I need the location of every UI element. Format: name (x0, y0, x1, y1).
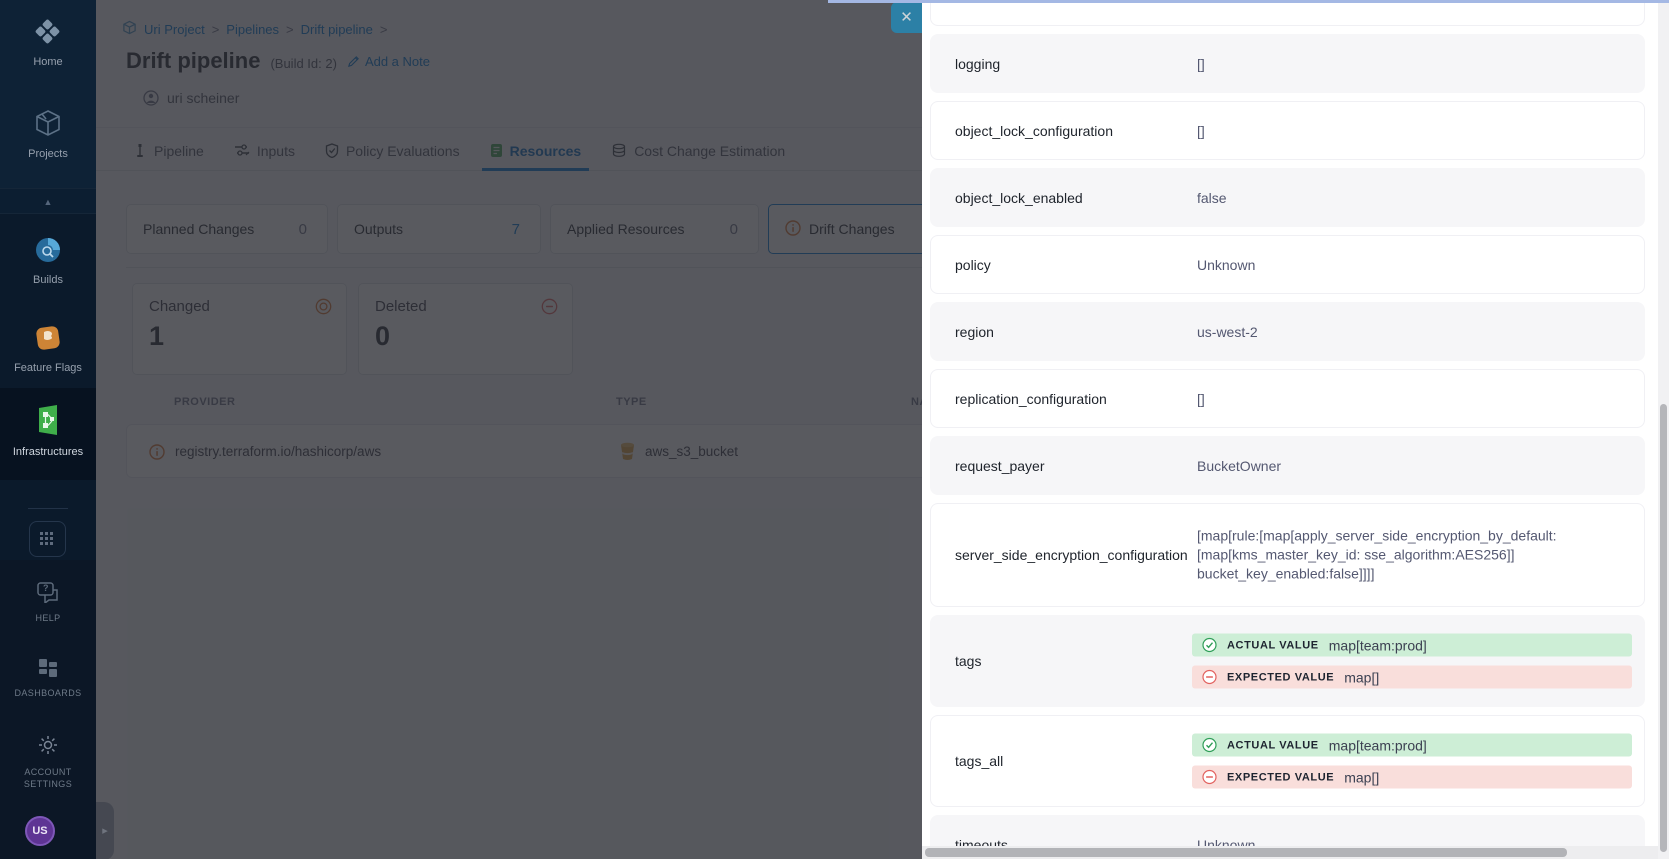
attribute-value: [] (1197, 56, 1205, 72)
help-chat-icon: ? (36, 581, 60, 603)
close-drawer-button[interactable]: ✕ (891, 2, 922, 33)
sidebar-item-account-settings[interactable]: ACCOUNT SETTINGS (0, 734, 96, 790)
drift-diff: ACTUAL VALUE map[team:prod] EXPECTED VALUE… (1192, 634, 1632, 689)
cropped-attribute-row (930, 0, 1645, 26)
feature-flags-icon (34, 324, 62, 357)
check-circle-icon (1202, 738, 1217, 753)
attribute-key: server_side_encryption_configuration (955, 547, 1188, 563)
vertical-scrollbar-thumb[interactable] (1660, 404, 1667, 852)
minus-circle-icon (1202, 770, 1217, 785)
check-circle-icon (1202, 638, 1217, 653)
sidebar-item-dashboards[interactable]: DASHBOARDS (0, 658, 96, 698)
question-glyph: ? (43, 583, 49, 593)
attribute-row: logging [] (930, 34, 1645, 93)
actual-value-badge: ACTUAL VALUE map[team:prod] (1192, 734, 1632, 757)
attribute-row: server_side_encryption_configuration [map… (930, 503, 1645, 607)
vertical-scrollbar (1658, 0, 1669, 859)
actual-value-label: ACTUAL VALUE (1227, 739, 1319, 751)
projects-cube-icon (33, 108, 63, 143)
expected-value-label: EXPECTED VALUE (1227, 771, 1334, 783)
actual-value-label: ACTUAL VALUE (1227, 639, 1319, 651)
expected-value-label: EXPECTED VALUE (1227, 671, 1334, 683)
attribute-row: region us-west-2 (930, 302, 1645, 361)
sidebar-item-help[interactable]: ? HELP (0, 581, 96, 623)
app-window: Uri Project > Pipelines > Drift pipeline… (0, 0, 1669, 859)
actual-value: map[team:prod] (1329, 637, 1427, 653)
attribute-row: object_lock_configuration [] (930, 101, 1645, 160)
expected-value-badge: EXPECTED VALUE map[] (1192, 766, 1632, 789)
expected-value-badge: EXPECTED VALUE map[] (1192, 666, 1632, 689)
module-grid-button[interactable] (29, 521, 66, 557)
gear-icon (37, 734, 59, 761)
attribute-key: replication_configuration (955, 391, 1107, 407)
attribute-row: policy Unknown (930, 235, 1645, 294)
actual-value: map[team:prod] (1329, 737, 1427, 753)
attribute-value: [] (1197, 123, 1205, 139)
attribute-key: region (955, 324, 994, 340)
attribute-row: tags_all ACTUAL VALUE map[team:prod] EXPECT… (930, 715, 1645, 807)
attribute-key: request_payer (955, 458, 1045, 474)
attribute-value: [] (1197, 391, 1205, 407)
sidebar-item-projects[interactable]: Projects (0, 108, 96, 160)
attribute-list: logging[]object_lock_configuration[]obje… (930, 0, 1645, 859)
attribute-key: logging (955, 56, 1000, 72)
drift-diff: ACTUAL VALUE map[team:prod] EXPECTED VALUE… (1192, 734, 1632, 789)
sidebar-item-home[interactable]: Home (0, 18, 96, 68)
attribute-key: tags (955, 653, 981, 669)
drift-detail-drawer: logging[]object_lock_configuration[]obje… (922, 0, 1669, 859)
builds-icon (34, 236, 62, 269)
attribute-row: replication_configuration [] (930, 369, 1645, 428)
actual-value-badge: ACTUAL VALUE map[team:prod] (1192, 634, 1632, 657)
home-icon (34, 18, 62, 51)
sidebar-collapse-button[interactable]: ▲ (0, 188, 96, 214)
grid-icon (40, 532, 55, 547)
sidebar-item-infrastructures[interactable]: Infrastructures (0, 404, 96, 458)
attribute-value: us-west-2 (1197, 324, 1258, 340)
attribute-key: object_lock_configuration (955, 123, 1113, 139)
attribute-row: request_payer BucketOwner (930, 436, 1645, 495)
attribute-value: false (1197, 190, 1227, 206)
sidebar-item-feature-flags[interactable]: Feature Flags (0, 324, 96, 374)
chevron-right-icon: ▸ (102, 825, 108, 837)
attribute-value: BucketOwner (1197, 458, 1281, 474)
attribute-key: policy (955, 257, 991, 273)
attribute-value: Unknown (1197, 257, 1255, 273)
expand-panel-handle[interactable]: ▸ (96, 802, 114, 859)
dashboards-icon (38, 658, 58, 683)
user-avatar[interactable]: US (25, 816, 55, 846)
minus-circle-icon (1202, 670, 1217, 685)
attribute-key: tags_all (955, 753, 1003, 769)
attribute-key: object_lock_enabled (955, 190, 1083, 206)
expected-value: map[] (1344, 769, 1379, 785)
chevron-up-icon: ▲ (44, 197, 53, 207)
attribute-value: [map[rule:[map[apply_server_side_encrypt… (1197, 527, 1589, 584)
sidebar-item-builds[interactable]: Builds (0, 236, 96, 286)
nav-sidebar: Home Projects ▲ Builds Feature Flags (0, 0, 96, 859)
divider (28, 508, 68, 509)
expected-value: map[] (1344, 669, 1379, 685)
infrastructures-icon (33, 404, 63, 441)
horizontal-scrollbar (922, 846, 1658, 859)
drawer-top-border (828, 0, 1669, 3)
attribute-row: object_lock_enabled false (930, 168, 1645, 227)
attribute-row: tags ACTUAL VALUE map[team:prod] EXPECTED V… (930, 615, 1645, 707)
horizontal-scrollbar-thumb[interactable] (925, 848, 1567, 857)
